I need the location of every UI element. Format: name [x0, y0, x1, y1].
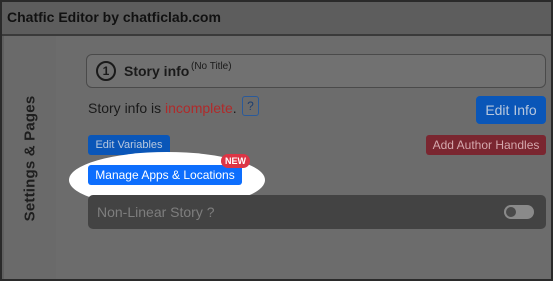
- status-suffix: .: [232, 100, 237, 116]
- status-value: incomplete: [165, 100, 233, 116]
- sidebar-label: Settings & Pages: [21, 95, 39, 222]
- story-info-status: Story info is incomplete.: [88, 100, 237, 116]
- sidebar-tab-settings-pages[interactable]: Settings & Pages: [4, 36, 56, 279]
- main-panel: 1 Story info (No Title) Story info is in…: [56, 36, 551, 279]
- sidebar-label-wrap: Settings & Pages: [4, 36, 56, 279]
- story-info-header[interactable]: 1 Story info (No Title): [86, 54, 546, 88]
- nonlinear-story-row: Non-Linear Story ?: [88, 195, 546, 229]
- status-prefix: Story info is: [88, 100, 166, 116]
- editor-window: Chatfic Editor by chatficlab.com Setting…: [0, 0, 553, 281]
- help-button[interactable]: ?: [242, 96, 259, 116]
- nonlinear-story-label: Non-Linear Story ?: [97, 204, 215, 220]
- edit-info-button[interactable]: Edit Info: [476, 96, 546, 124]
- story-info-title: Story info: [124, 63, 190, 79]
- toggle-knob: [506, 207, 516, 217]
- add-author-handles-button[interactable]: Add Author Handles: [426, 135, 546, 155]
- nonlinear-story-toggle[interactable]: [504, 205, 534, 219]
- story-subtitle: (No Title): [191, 61, 232, 72]
- manage-apps-locations-button[interactable]: Manage Apps & Locations: [88, 165, 242, 185]
- window-title: Chatfic Editor by chatficlab.com: [2, 2, 551, 34]
- step-number-icon: 1: [96, 61, 116, 81]
- new-badge: NEW: [221, 154, 250, 168]
